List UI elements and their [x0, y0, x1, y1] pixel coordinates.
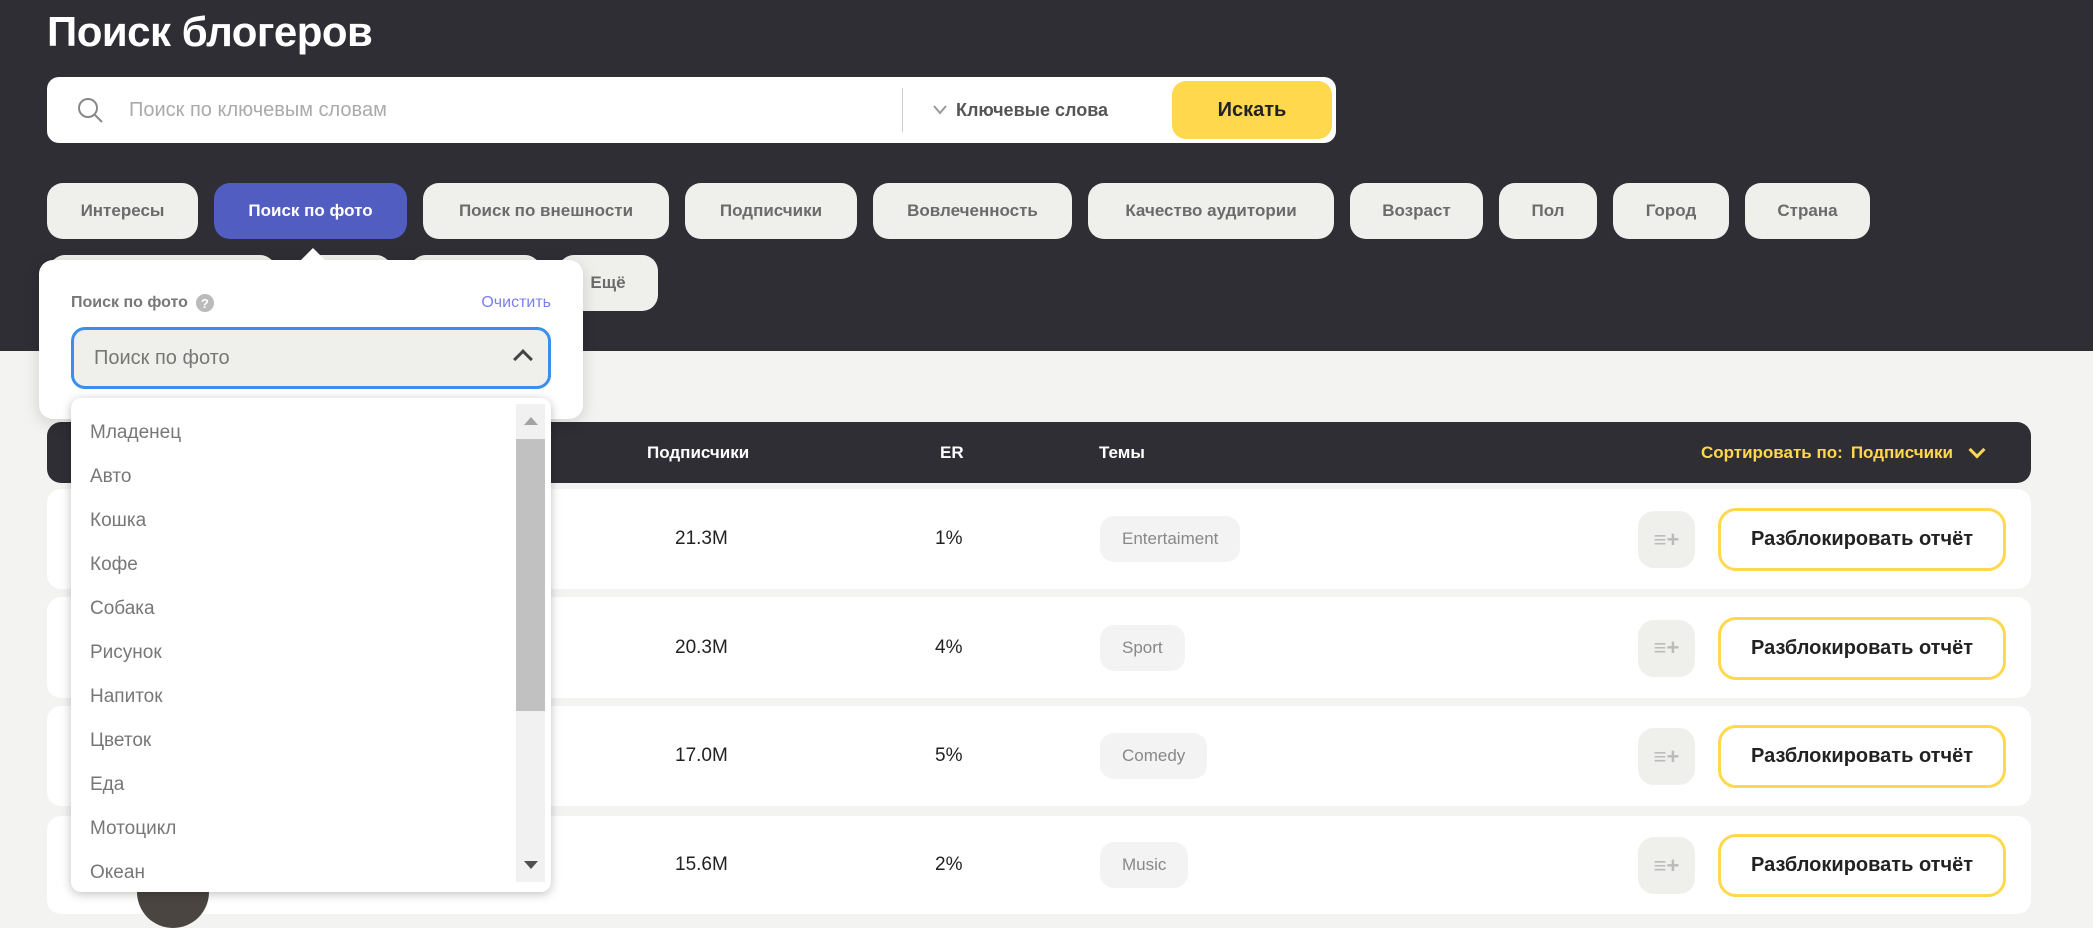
clear-link[interactable]: Очистить — [481, 294, 551, 312]
select-placeholder: Поиск по фото — [94, 346, 230, 369]
unlock-report-button[interactable]: Разблокировать отчёт — [1718, 725, 2006, 788]
unlock-report-button[interactable]: Разблокировать отчёт — [1718, 508, 2006, 571]
help-icon[interactable]: ? — [195, 294, 214, 312]
filter-interests[interactable]: Интересы — [47, 183, 198, 239]
page-title: Поиск блогеров — [47, 8, 373, 55]
option-item[interactable]: Океан — [90, 862, 145, 884]
scrollbar-thumb[interactable] — [516, 439, 545, 711]
sort-dropdown[interactable]: Сортировать по: Подписчики — [1700, 422, 1986, 483]
topic-tag: Entertaiment — [1100, 516, 1241, 562]
er-cell: 5% — [935, 745, 963, 766]
scroll-down-arrow-icon[interactable] — [524, 861, 538, 869]
scroll-up-arrow-icon[interactable] — [524, 417, 538, 425]
list-add-icon: ≡+ — [1653, 852, 1680, 878]
popover-label-text: Поиск по фото — [71, 294, 188, 311]
option-item[interactable]: Собака — [90, 598, 155, 620]
photo-options-list: Младенец Авто Кошка Кофе Собака Рисунок Напито… — [71, 398, 551, 892]
list-add-icon: ≡+ — [1653, 526, 1680, 552]
filter-age[interactable]: Возраст — [1350, 183, 1483, 239]
er-cell: 1% — [935, 528, 963, 549]
popover-label: Поиск по фото ? — [71, 294, 214, 312]
search-icon — [78, 98, 103, 123]
sort-value: Подписчики — [1850, 442, 1953, 462]
subscribers-cell: 20.3M — [675, 636, 728, 658]
list-add-icon: ≡+ — [1653, 743, 1680, 769]
option-item[interactable]: Цветок — [90, 730, 151, 752]
filter-subscribers[interactable]: Подписчики — [685, 183, 857, 239]
subscribers-cell: 21.3M — [675, 528, 728, 549]
search-button[interactable]: Искать — [1172, 81, 1332, 139]
topic-tag: Sport — [1100, 624, 1185, 671]
option-item[interactable]: Кошка — [90, 510, 146, 532]
chevron-up-icon — [513, 349, 533, 369]
search-mode-dropdown[interactable]: Ключевые слова — [932, 77, 1108, 143]
add-to-list-button[interactable]: ≡+ — [1638, 837, 1695, 894]
filter-country[interactable]: Страна — [1745, 183, 1870, 239]
option-item[interactable]: Младенец — [90, 422, 181, 444]
filter-appearance[interactable]: Поиск по внешности — [423, 183, 669, 239]
unlock-report-button[interactable]: Разблокировать отчёт — [1718, 616, 2006, 680]
option-item[interactable]: Мотоцикл — [90, 818, 176, 840]
topic-tag: Music — [1100, 842, 1189, 888]
search-mode-label: Ключевые слова — [956, 99, 1109, 120]
divider — [902, 88, 903, 132]
sort-label: Сортировать по: — [1700, 442, 1843, 462]
column-topics: Темы — [1099, 442, 1145, 462]
photo-search-select[interactable]: Поиск по фото — [71, 327, 551, 389]
filter-gender[interactable]: Пол — [1499, 183, 1597, 239]
filter-photo-search[interactable]: Поиск по фото — [214, 183, 407, 239]
add-to-list-button[interactable]: ≡+ — [1638, 619, 1695, 677]
search-input[interactable] — [129, 77, 929, 143]
option-item[interactable]: Авто — [90, 466, 131, 488]
filter-engagement[interactable]: Вовлеченность — [873, 183, 1072, 239]
subscribers-cell: 17.0M — [675, 745, 728, 766]
er-cell: 4% — [935, 636, 963, 658]
add-to-list-button[interactable]: ≡+ — [1638, 511, 1695, 568]
photo-search-popover: Поиск по фото ? Очистить Поиск по фото — [39, 248, 583, 419]
scrollbar[interactable] — [516, 404, 545, 882]
topic-tag: Comedy — [1100, 733, 1208, 779]
filter-city[interactable]: Город — [1613, 183, 1729, 239]
list-add-icon: ≡+ — [1653, 635, 1680, 660]
option-item[interactable]: Кофе — [90, 554, 138, 576]
add-to-list-button[interactable]: ≡+ — [1638, 728, 1695, 785]
chevron-down-icon — [1968, 441, 1986, 458]
option-item[interactable]: Рисунок — [90, 642, 162, 664]
subscribers-cell: 15.6M — [675, 854, 728, 875]
option-item[interactable]: Напиток — [90, 686, 163, 708]
option-item[interactable]: Еда — [90, 774, 124, 796]
column-subscribers[interactable]: Подписчики — [647, 422, 749, 483]
column-er[interactable]: ER — [940, 422, 964, 483]
filter-audience-quality[interactable]: Качество аудитории — [1088, 183, 1334, 239]
unlock-report-button[interactable]: Разблокировать отчёт — [1718, 834, 2006, 897]
er-cell: 2% — [935, 854, 963, 875]
chevron-down-icon — [933, 105, 947, 115]
search-bar: Ключевые слова Искать — [47, 77, 1336, 143]
